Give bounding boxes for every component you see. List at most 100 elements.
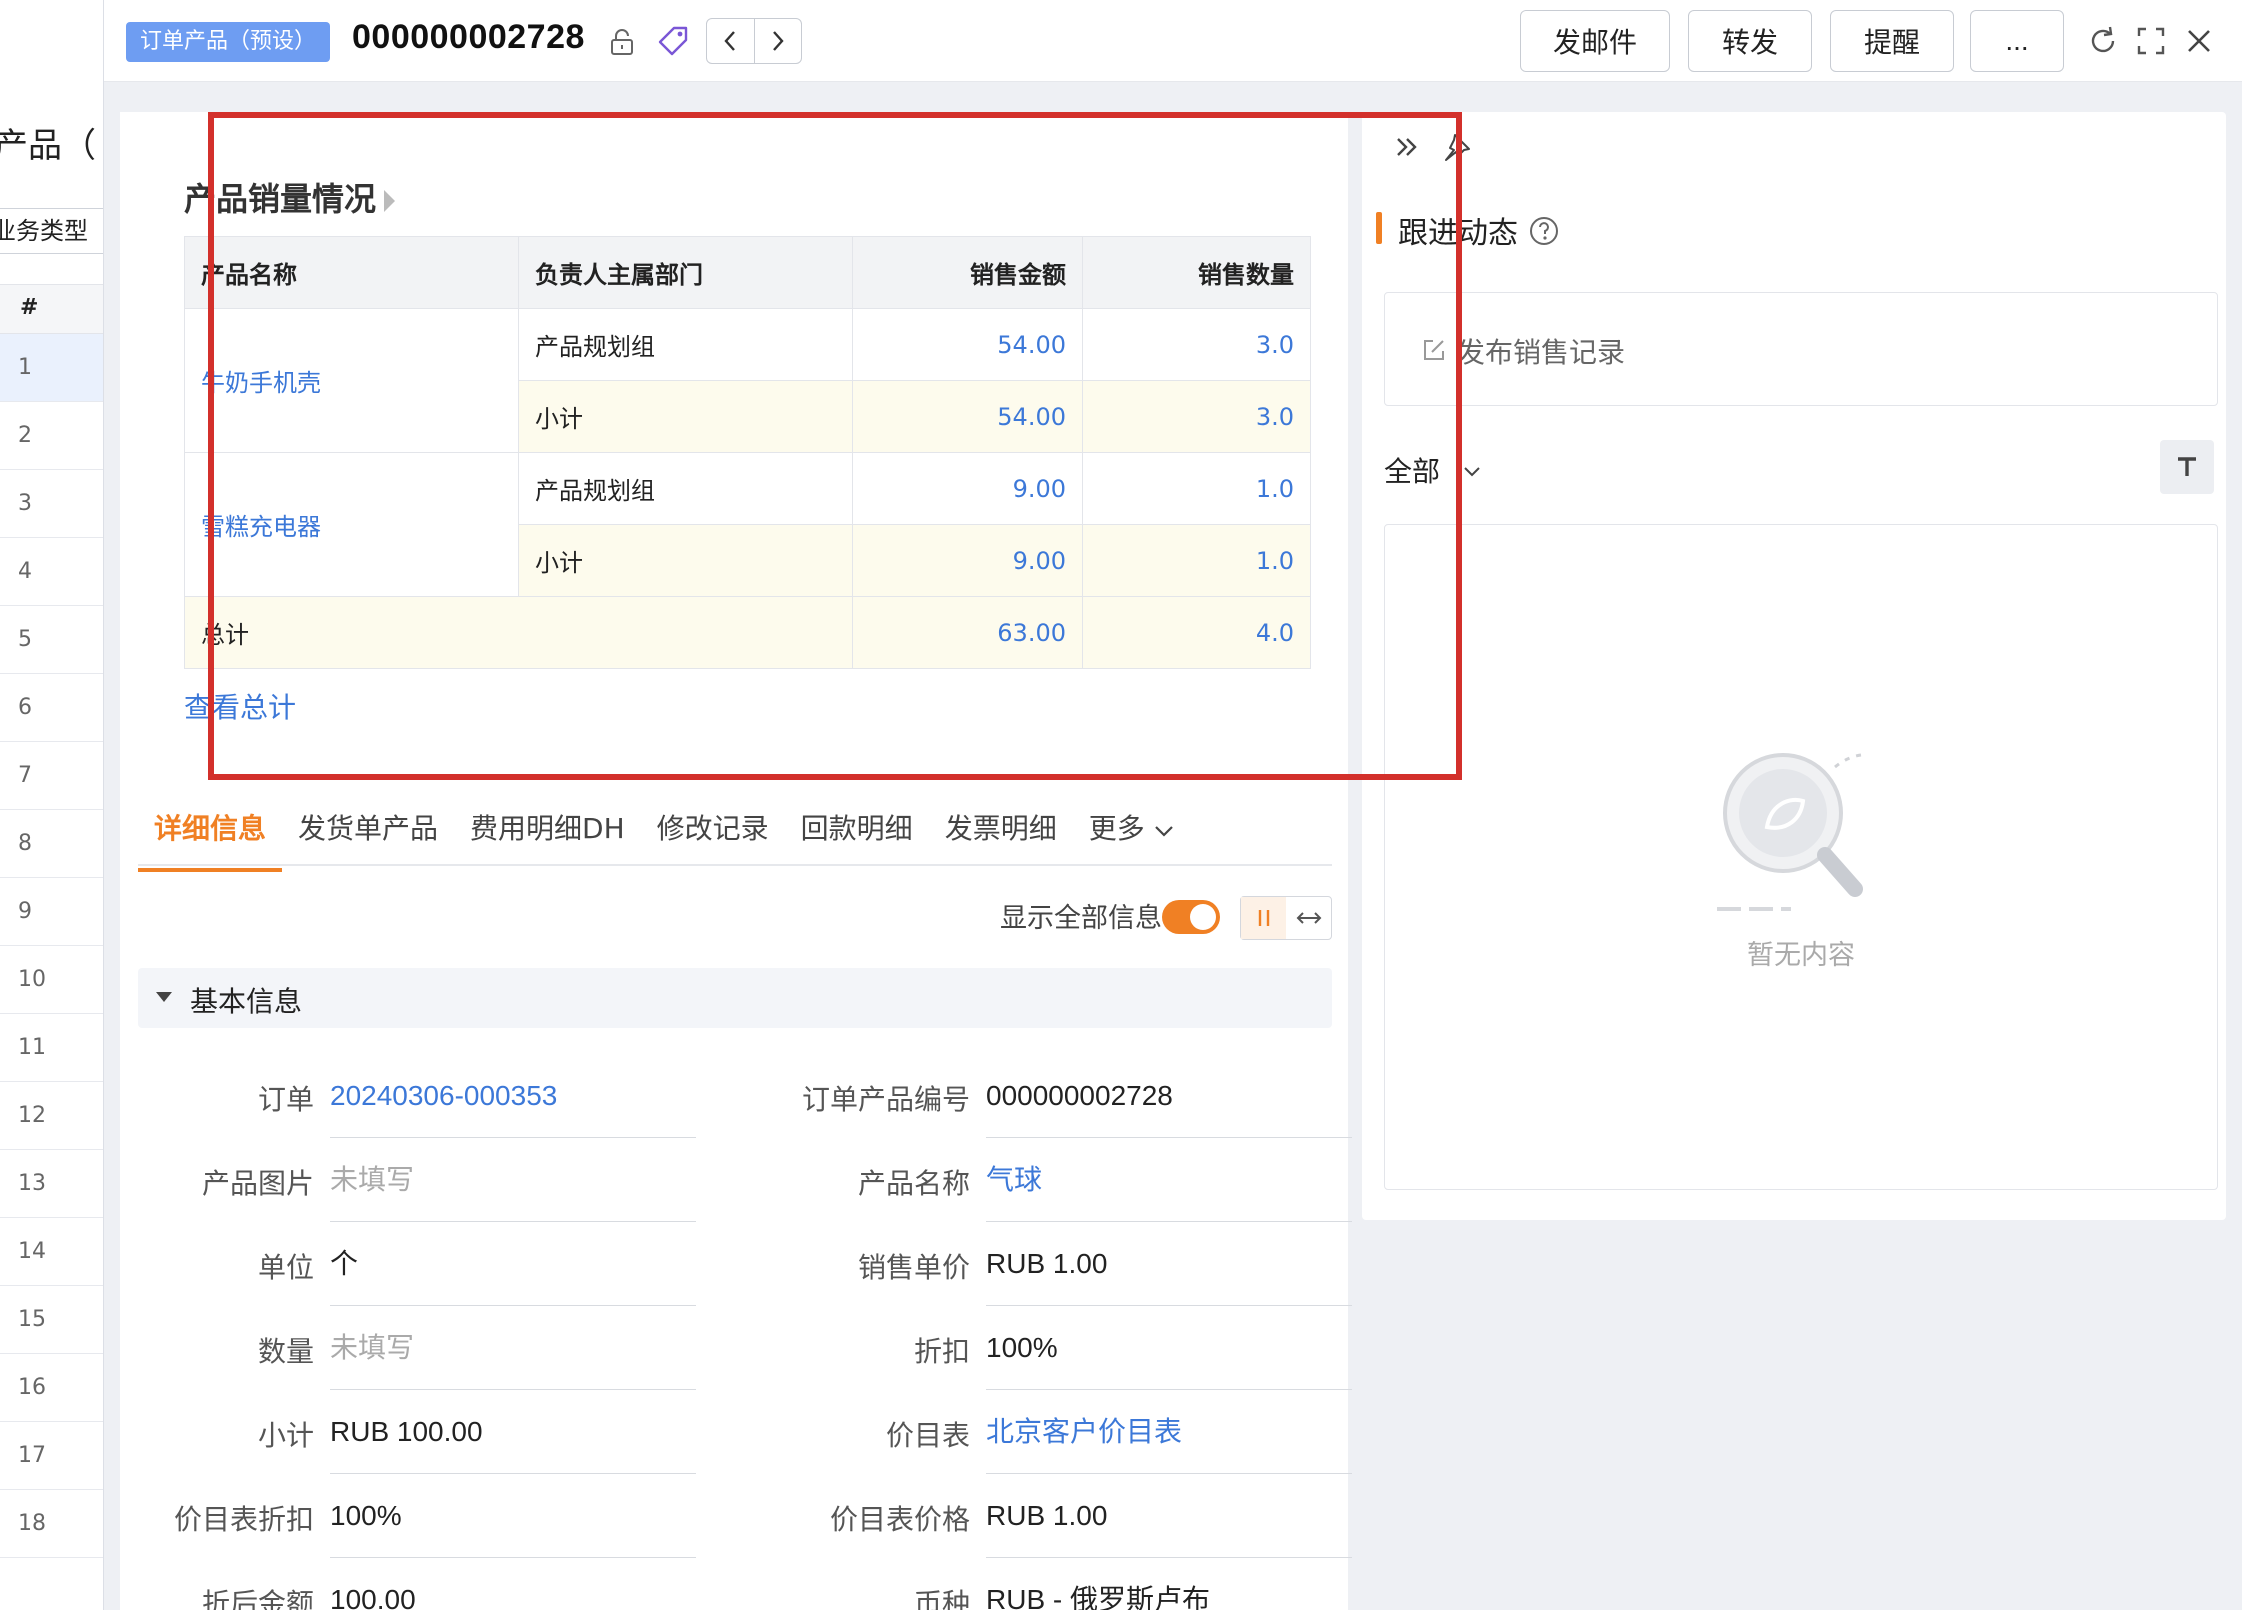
tab-5[interactable]: 发票明细: [929, 802, 1073, 864]
field-value: RUB - 俄罗斯卢布: [986, 1558, 1352, 1610]
total-row: 总计 63.00 4.0: [184, 596, 1311, 669]
amount-cell[interactable]: 9.00: [852, 524, 1083, 597]
activity-filter-dropdown[interactable]: 全部: [1384, 450, 1483, 490]
field-row: 价目表折扣 100%: [120, 1474, 696, 1558]
background-record-list: 产品（ 业务类型 # 1 2 3 4 5 6 7 8 9 10 11 12 13 14 15 16 17 18: [0, 0, 104, 1610]
list-row-number[interactable]: 14: [0, 1218, 103, 1286]
tab-2[interactable]: 费用明细DH: [454, 802, 641, 864]
quantity-cell[interactable]: 1.0: [1082, 452, 1311, 525]
tab-label: 费用明细DH: [470, 812, 625, 845]
field-row: 币种 RUB - 俄罗斯卢布: [720, 1558, 1346, 1610]
field-value: 100%: [330, 1474, 696, 1558]
fullscreen-icon[interactable]: [2134, 24, 2168, 58]
publish-sales-record-input[interactable]: 发布销售记录: [1384, 292, 2218, 406]
close-icon[interactable]: [2182, 24, 2216, 58]
list-row-number[interactable]: 15: [0, 1286, 103, 1354]
field-label: 产品名称: [857, 1167, 970, 1200]
help-icon[interactable]: [1528, 215, 1560, 247]
field-label: 价目表价格: [829, 1503, 970, 1536]
field-value: 未填写: [330, 1138, 696, 1222]
product-name-link[interactable]: 牛奶手机壳: [184, 308, 519, 453]
list-row-number[interactable]: 17: [0, 1422, 103, 1490]
activity-title: 跟进动态: [1376, 208, 1560, 252]
list-row-number[interactable]: 16: [0, 1354, 103, 1422]
amount-cell[interactable]: 54.00: [852, 380, 1083, 453]
list-row-number[interactable]: 3: [0, 470, 103, 538]
tab-1[interactable]: 发货单产品: [282, 802, 454, 864]
field-value[interactable]: 气球: [986, 1138, 1352, 1222]
record-id: 000000002728: [352, 18, 585, 56]
quantity-cell[interactable]: 3.0: [1082, 308, 1311, 381]
show-all-info-toggle[interactable]: [1162, 900, 1220, 934]
caret-down-icon: [156, 992, 172, 1002]
lock-icon[interactable]: [606, 26, 638, 58]
tab-label: 修改记录: [656, 812, 769, 845]
filter-button[interactable]: [2160, 440, 2214, 494]
list-row-number[interactable]: 8: [0, 810, 103, 878]
amount-cell[interactable]: 54.00: [852, 308, 1083, 381]
chevron-left-icon: [724, 31, 736, 51]
tag-icon[interactable]: [656, 24, 690, 58]
field-row: 数量 未填写: [120, 1306, 696, 1390]
caret-right-icon: [384, 190, 396, 212]
tab-0[interactable]: 详细信息: [138, 802, 283, 872]
list-row-number[interactable]: 18: [0, 1490, 103, 1558]
field-value: RUB 1.00: [986, 1222, 1352, 1306]
field-value: 未填写: [330, 1306, 696, 1390]
full-width-layout-button[interactable]: [1286, 897, 1331, 939]
list-row-number[interactable]: 11: [0, 1014, 103, 1082]
total-quantity-cell[interactable]: 4.0: [1082, 596, 1311, 669]
no-content-icon: [1717, 753, 1863, 911]
tab-label: 发货单产品: [298, 812, 439, 845]
forward-button[interactable]: 转发: [1688, 10, 1812, 72]
total-amount-cell[interactable]: 63.00: [852, 596, 1083, 669]
list-row-number[interactable]: 2: [0, 402, 103, 470]
previous-record-button[interactable]: [707, 19, 754, 63]
columns-icon: [1258, 910, 1269, 926]
field-label: 数量: [257, 1335, 314, 1368]
amount-cell[interactable]: 9.00: [852, 452, 1083, 525]
more-actions-button[interactable]: ...: [1970, 10, 2064, 72]
product-name-link[interactable]: 雪糕充电器: [184, 452, 519, 597]
send-email-button[interactable]: 发邮件: [1520, 10, 1670, 72]
edit-icon: [1424, 340, 1444, 360]
field-value: RUB 100.00: [330, 1390, 696, 1474]
list-row-number[interactable]: 5: [0, 606, 103, 674]
tab-4[interactable]: 回款明细: [785, 802, 929, 864]
business-type-filter[interactable]: 业务类型: [0, 208, 103, 254]
list-row-number[interactable]: 7: [0, 742, 103, 810]
list-title: 产品（: [0, 126, 96, 166]
two-column-layout-button[interactable]: [1241, 897, 1286, 939]
list-row-number[interactable]: 9: [0, 878, 103, 946]
section-basic-info[interactable]: 基本信息: [138, 968, 1332, 1028]
next-record-button[interactable]: [753, 19, 802, 63]
view-total-link[interactable]: 查看总计: [184, 686, 296, 726]
list-row-number[interactable]: 4: [0, 538, 103, 606]
quantity-cell[interactable]: 1.0: [1082, 524, 1311, 597]
list-row-number[interactable]: 13: [0, 1150, 103, 1218]
field-row: 销售单价 RUB 1.00: [720, 1222, 1352, 1306]
pin-icon[interactable]: [1440, 130, 1474, 164]
list-row-number[interactable]: 1: [0, 334, 103, 402]
quantity-cell[interactable]: 3.0: [1082, 380, 1311, 453]
tab-3[interactable]: 修改记录: [641, 802, 785, 864]
list-row-number[interactable]: 6: [0, 674, 103, 742]
field-row: 产品图片 未填写: [120, 1138, 696, 1222]
report-title[interactable]: 产品销量情况: [184, 174, 396, 220]
tab-label: 更多: [1088, 812, 1145, 845]
tab-label: 发票明细: [944, 812, 1057, 845]
field-value[interactable]: 20240306-000353: [330, 1054, 696, 1138]
main-content: 产品销量情况 产品名称 负责人主属部门 销售金额 销售数量 牛奶手机壳 产品规划…: [120, 112, 1352, 1610]
detail-panel: 订单产品（预设） 000000002728 发邮件 转发 提醒 ... 产品销量…: [104, 0, 2242, 1610]
collapse-panel-icon[interactable]: [1390, 130, 1424, 164]
field-value[interactable]: 北京客户价目表: [986, 1390, 1352, 1474]
refresh-icon[interactable]: [2086, 24, 2120, 58]
tab-6[interactable]: 更多: [1073, 802, 1191, 864]
tab-label: 详细信息: [154, 812, 267, 845]
remind-button[interactable]: 提醒: [1830, 10, 1954, 72]
department-cell: 产品规划组: [518, 308, 853, 381]
list-row-number[interactable]: 10: [0, 946, 103, 1014]
field-row: 小计 RUB 100.00: [120, 1390, 696, 1474]
list-row-number[interactable]: 12: [0, 1082, 103, 1150]
field-row: 单位个: [120, 1222, 696, 1306]
